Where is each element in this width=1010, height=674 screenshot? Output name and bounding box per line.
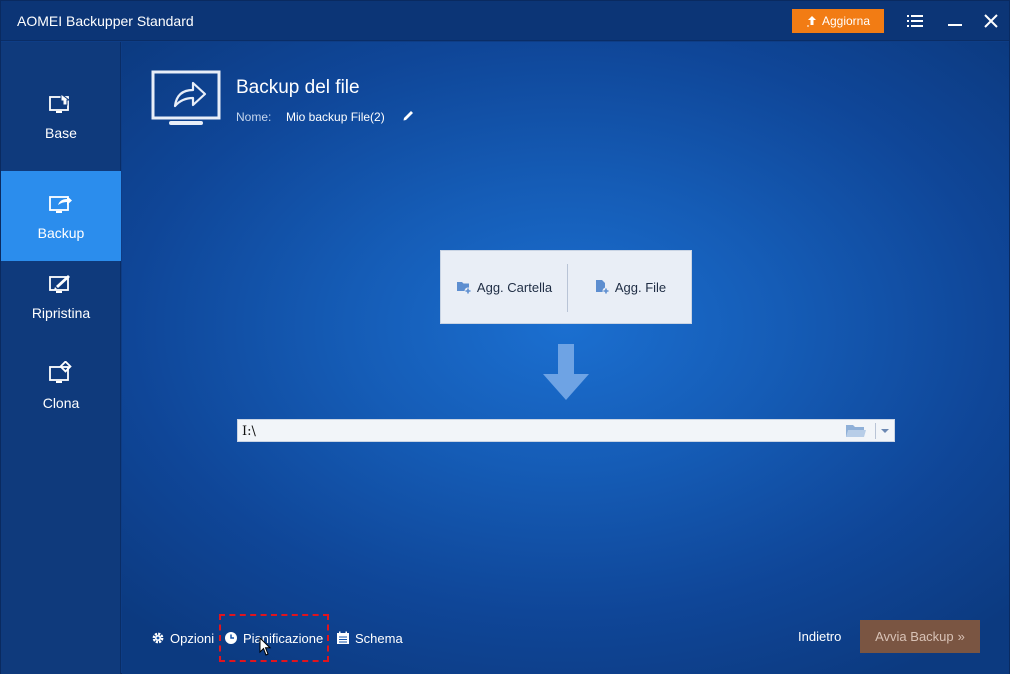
- sidebar-item-label: Base: [45, 125, 77, 141]
- back-button[interactable]: Indietro: [798, 629, 841, 644]
- add-file-button[interactable]: Agg. File: [568, 251, 692, 323]
- main-panel: Backup del file Nome: Mio backup File(2)…: [122, 42, 1009, 674]
- app-window: AOMEI Backupper Standard Aggiorna Base B…: [0, 0, 1010, 674]
- sidebar-item-label: Backup: [37, 225, 85, 241]
- sidebar-item-backup[interactable]: Backup: [1, 171, 121, 261]
- mouse-cursor-icon: [259, 637, 272, 656]
- folder-add-icon: [456, 282, 472, 295]
- highlight-annotation: [219, 614, 329, 662]
- divider: [875, 423, 876, 439]
- upgrade-label: Aggiorna: [821, 14, 871, 28]
- gear-icon: [152, 632, 164, 644]
- sidebar-item-label: Ripristina: [31, 305, 91, 321]
- start-backup-button[interactable]: Avvia Backup »: [860, 620, 980, 653]
- title-bar: AOMEI Backupper Standard Aggiorna: [1, 1, 1009, 41]
- task-name-value: Mio backup File(2): [286, 110, 385, 124]
- task-name-label: Nome:: [236, 110, 272, 124]
- file-backup-monitor-icon: [151, 70, 221, 125]
- options-label: Opzioni: [170, 630, 215, 646]
- sidebar: Base Backup Ripristina Clona: [1, 42, 121, 674]
- add-folder-label: Agg. Cartella: [476, 279, 553, 295]
- page-title: Backup del file: [236, 77, 360, 98]
- arrow-down-icon: [543, 344, 589, 400]
- sidebar-item-restore[interactable]: Ripristina: [1, 251, 121, 341]
- options-button[interactable]: Opzioni: [151, 629, 214, 647]
- backup-monitor-icon: [49, 196, 72, 213]
- upgrade-button[interactable]: Aggiorna: [792, 9, 884, 33]
- scheme-button[interactable]: Schema: [336, 629, 403, 647]
- chevron-down-icon[interactable]: [880, 428, 890, 434]
- sidebar-item-base[interactable]: Base: [1, 71, 121, 161]
- scheme-label: Schema: [355, 630, 403, 646]
- pencil-icon[interactable]: [402, 109, 415, 122]
- app-title: AOMEI Backupper Standard: [17, 13, 194, 29]
- start-backup-label: Avvia Backup: [875, 629, 954, 644]
- folder-open-icon[interactable]: [845, 423, 867, 439]
- double-chevron-right-icon: »: [957, 629, 965, 644]
- home-monitor-icon: [49, 93, 71, 113]
- destination-path-input[interactable]: [242, 422, 832, 440]
- file-add-icon: [595, 280, 610, 295]
- add-file-label: Agg. File: [614, 279, 667, 295]
- destination-path-bar: [237, 419, 895, 442]
- close-icon[interactable]: [984, 14, 998, 28]
- restore-monitor-icon: [49, 275, 70, 293]
- sidebar-item-clone[interactable]: Clona: [1, 341, 121, 431]
- sidebar-item-label: Clona: [42, 395, 80, 411]
- upgrade-arrow-icon: [806, 16, 816, 27]
- menu-icon[interactable]: [907, 14, 923, 28]
- list-calendar-icon: [337, 631, 349, 644]
- source-selector: Agg. Cartella Agg. File: [440, 250, 692, 324]
- clone-monitor-icon: [49, 361, 72, 383]
- minimize-icon[interactable]: [947, 14, 963, 28]
- add-folder-button[interactable]: Agg. Cartella: [441, 251, 567, 323]
